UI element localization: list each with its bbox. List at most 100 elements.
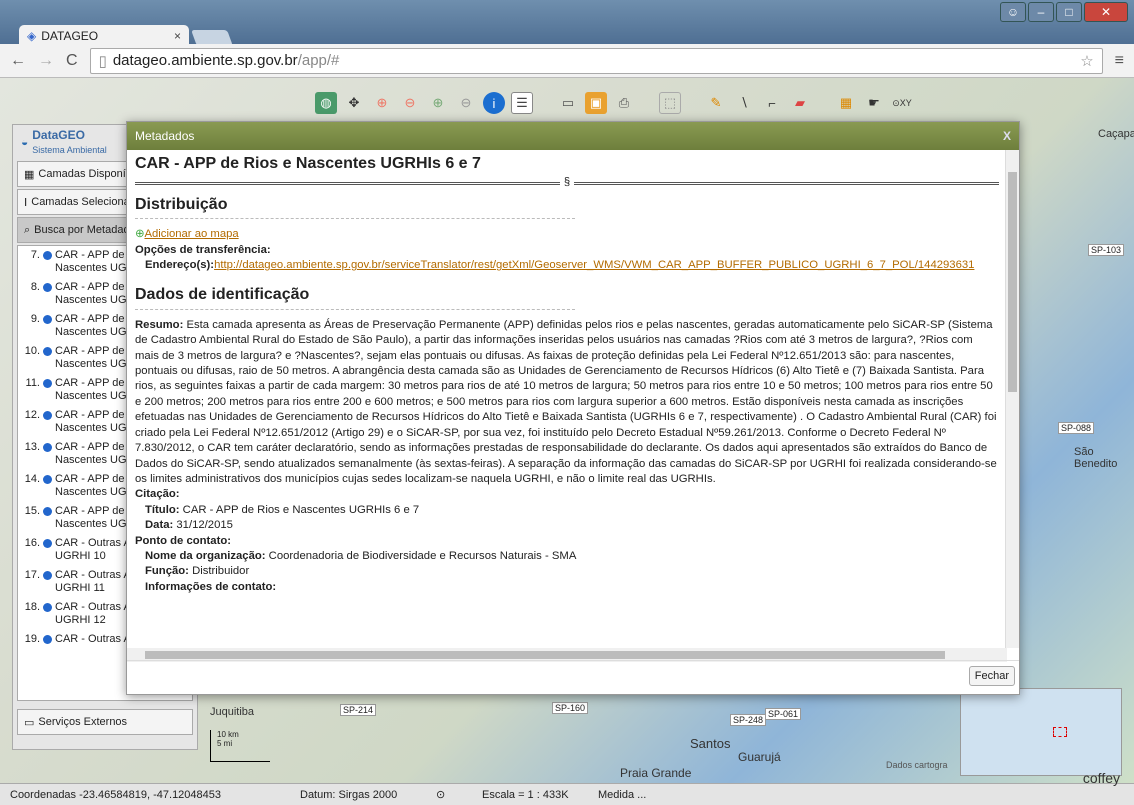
url-host: datageo.ambiente.sp.gov.br (112, 52, 298, 69)
list-item-number: 19. (24, 633, 40, 645)
identification-heading: Dados de identificação (135, 286, 310, 304)
role-label: Função: (145, 565, 189, 578)
address-label: Endereço(s): (145, 259, 215, 272)
bar-icon: Ⅰ (24, 196, 28, 209)
map-credit: Dados cartogra (886, 760, 948, 770)
contact-info-label: Informações de contato: (145, 580, 277, 593)
menu-icon[interactable]: ≡ (1115, 52, 1124, 70)
info-icon[interactable]: i (483, 92, 505, 114)
close-tab-icon[interactable]: × (174, 29, 181, 43)
map-label: Guarujá (738, 750, 781, 764)
address-bar: ← → C ▯ datageo.ambiente.sp.gov.br/app/#… (0, 44, 1134, 78)
logo-sub: Sistema Ambiental (32, 145, 107, 155)
external-services-button[interactable]: ▭ Serviços Externos (17, 709, 193, 735)
list-item-number: 15. (24, 505, 40, 517)
info-icon (43, 539, 52, 548)
info-icon (43, 283, 52, 292)
section-divider: § (135, 175, 1000, 190)
scroll-thumb[interactable] (145, 651, 945, 659)
road-label: SP-214 (340, 704, 377, 716)
map-label: São Benedito (1074, 446, 1118, 470)
close-window-icon[interactable]: ✕ (1084, 2, 1128, 22)
forward-icon[interactable]: → (38, 52, 54, 70)
maximize-icon[interactable]: □ (1056, 2, 1082, 22)
star-icon[interactable]: ☆ (1080, 52, 1093, 70)
scale-readout: Escala = 1 : 433K (482, 788, 569, 801)
dialog-header: Metadados X (127, 122, 1019, 150)
dialog-header-title: Metadados (135, 129, 195, 143)
summary-paragraph: Resumo: Esta camada apresenta as Áreas d… (135, 318, 999, 487)
info-icon (43, 347, 52, 356)
info-icon (43, 635, 52, 644)
pan-icon[interactable]: ✥ (343, 92, 365, 114)
list-item-number: 7. (30, 249, 40, 261)
crosshair-icon[interactable]: ⊙ (436, 788, 445, 801)
hand-icon[interactable]: ☛ (863, 92, 885, 114)
info-icon (43, 379, 52, 388)
close-icon[interactable]: X (1003, 129, 1011, 143)
road-label: SP-248 (730, 714, 767, 726)
back-icon[interactable]: ← (10, 52, 26, 70)
xy-icon[interactable]: ⊙XY (891, 92, 913, 114)
select-icon[interactable]: ⬚ (659, 92, 681, 114)
draw-point-icon[interactable]: ✎ (705, 92, 727, 114)
metadata-dialog: Metadados X CAR - APP de Rios e Nascente… (126, 121, 1020, 695)
road-label: SP-088 (1058, 422, 1095, 434)
map-label: Santos (690, 736, 731, 751)
info-icon (43, 251, 52, 260)
distribution-heading: Distribuição (135, 195, 228, 213)
metadata-title: CAR - APP de Rios e Nascentes UGRHIs 6 e… (135, 155, 481, 172)
zoom-next-icon[interactable]: ⊖ (455, 92, 477, 114)
brand-logo: coffey (1082, 770, 1120, 786)
overview-map[interactable] (960, 688, 1122, 776)
user-icon[interactable]: ☺ (1000, 2, 1026, 22)
search-icon: ⌕ (24, 223, 31, 236)
panel-button-label: Serviços Externos (38, 716, 128, 728)
draw-polygon-icon[interactable]: ⌐ (761, 92, 783, 114)
overview-extent-box (1053, 727, 1067, 737)
scale-bar: 10 km 5 mi (210, 730, 270, 762)
status-bar: Coordenadas -23.46584819, -47.12048453 D… (0, 783, 1134, 805)
zoom-out-icon[interactable]: ⊖ (399, 92, 421, 114)
eraser-icon[interactable]: ▰ (789, 92, 811, 114)
title-label: Título: (145, 503, 180, 516)
grid-icon: ▦ (24, 168, 35, 181)
info-icon (43, 603, 52, 612)
map-label: Juquitiba (210, 706, 255, 718)
divider (135, 218, 575, 220)
print-icon[interactable]: ⎙ (613, 92, 635, 114)
coordinates-readout: Coordenadas -23.46584819, -47.12048453 (10, 788, 222, 801)
measure-readout[interactable]: Medida ... (598, 789, 646, 801)
add-to-map-link[interactable]: Adicionar ao mapa (144, 228, 238, 240)
folder-icon: ▭ (24, 716, 35, 729)
ruler-icon[interactable]: ▭ (557, 92, 579, 114)
url-input[interactable]: ▯ datageo.ambiente.sp.gov.br/app/# ☆ (89, 47, 1103, 74)
draw-line-icon[interactable]: ∖ (733, 92, 755, 114)
list-item-number: 11. (25, 377, 40, 389)
zoom-in-icon[interactable]: ⊕ (371, 92, 393, 114)
list-item-number: 16. (24, 537, 40, 549)
date-label: Data: (145, 519, 174, 532)
layers-icon[interactable]: ▣ (585, 92, 607, 114)
tab-favicon-icon: ◈ (27, 29, 37, 43)
transfer-options-label: Opções de transferência: (135, 243, 271, 256)
zoom-prev-icon[interactable]: ⊕ (427, 92, 449, 114)
reload-icon[interactable]: C (66, 52, 78, 70)
url-path: /app/# (297, 52, 340, 69)
road-label: SP-103 (1088, 244, 1125, 256)
globe-icon[interactable]: ◍ (315, 92, 337, 114)
address-link[interactable]: http://datageo.ambiente.sp.gov.br/servic… (214, 259, 974, 271)
close-button[interactable]: Fechar (968, 666, 1015, 686)
minimize-icon[interactable]: – (1028, 2, 1054, 22)
dialog-body[interactable]: CAR - APP de Rios e Nascentes UGRHIs 6 e… (127, 150, 1007, 648)
citation-label: Citação: (135, 488, 180, 501)
datum-readout: Datum: Sirgas 2000 (300, 788, 398, 801)
tab-title: DATAGEO (41, 29, 99, 43)
info-icon (43, 443, 52, 452)
info-icon (43, 507, 52, 516)
scroll-thumb[interactable] (1008, 172, 1017, 392)
vertical-scrollbar[interactable] (1005, 150, 1019, 648)
grid-tool-icon[interactable]: ▦ (835, 92, 857, 114)
divider (135, 308, 575, 310)
legend-icon[interactable]: ☰ (511, 92, 533, 114)
